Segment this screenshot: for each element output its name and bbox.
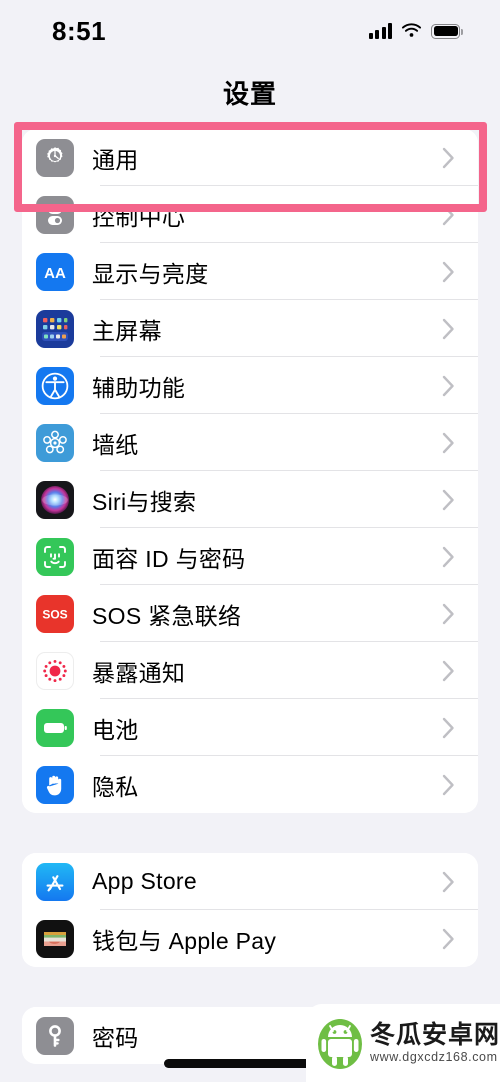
settings-row-face-id[interactable]: 面容 ID 与密码 xyxy=(22,528,478,585)
chevron-right-icon xyxy=(436,432,460,454)
settings-group-2: App Store 钱包与 Apple Pay xyxy=(22,853,478,967)
settings-row-accessibility[interactable]: 辅助功能 xyxy=(22,357,478,414)
watermark-url: www.dgxcdz168.com xyxy=(370,1050,498,1065)
accessibility-icon xyxy=(36,366,74,405)
svg-text:AA: AA xyxy=(44,265,66,282)
status-bar: 8:51 xyxy=(0,0,500,62)
face-id-icon xyxy=(36,537,74,576)
chevron-right-icon xyxy=(436,928,460,950)
chevron-right-icon xyxy=(436,871,460,893)
settings-row-label: 钱包与 Apple Pay xyxy=(92,927,277,954)
chevron-right-icon xyxy=(436,774,460,796)
settings-group-1: 通用 控制中心 AA 显示与亮度 主屏幕 辅助功能 墙纸 Siri与搜索 面容 … xyxy=(22,129,478,813)
settings-row-privacy[interactable]: 隐私 xyxy=(22,756,478,813)
settings-row-label: 显示与亮度 xyxy=(92,260,209,287)
chevron-right-icon xyxy=(436,147,460,169)
status-bar-clock: 8:51 xyxy=(52,15,107,46)
chevron-right-icon xyxy=(436,204,460,226)
settings-row-exposure-notifications[interactable]: 暴露通知 xyxy=(22,642,478,699)
passwords-key-icon xyxy=(36,1016,74,1055)
android-mascot-icon xyxy=(318,1019,362,1069)
settings-row-home-screen[interactable]: 主屏幕 xyxy=(22,300,478,357)
cellular-signal-icon xyxy=(368,23,392,39)
page-title: 设置 xyxy=(222,79,277,109)
chevron-right-icon xyxy=(436,261,460,283)
watermark-text: 冬瓜安卓网 www.dgxcdz168.com xyxy=(370,1022,500,1064)
settings-row-label: App Store xyxy=(92,868,197,894)
settings-screen: 8:51 设置 通用 控制中心 AA 显示与亮度 主屏幕 辅助功能 墙纸 Sir… xyxy=(0,0,500,1082)
chevron-right-icon xyxy=(436,318,460,340)
chevron-right-icon xyxy=(436,717,460,739)
settings-row-label: 辅助功能 xyxy=(92,374,186,401)
exposure-notification-icon xyxy=(36,651,74,690)
settings-row-label: 通用 xyxy=(92,146,139,173)
settings-row-display-brightness[interactable]: AA 显示与亮度 xyxy=(22,243,478,300)
svg-text:SOS: SOS xyxy=(42,607,67,621)
wifi-icon xyxy=(401,23,422,39)
settings-row-label: 主屏幕 xyxy=(92,317,162,344)
chevron-right-icon xyxy=(436,375,460,397)
wallpaper-icon xyxy=(36,423,74,462)
settings-row-label: 电池 xyxy=(92,716,139,743)
chevron-right-icon xyxy=(436,546,460,568)
settings-row-general[interactable]: 通用 xyxy=(22,129,478,186)
home-screen-icon xyxy=(36,309,74,348)
status-bar-icons xyxy=(368,23,463,39)
app-store-icon xyxy=(36,862,74,901)
privacy-hand-icon xyxy=(36,765,74,804)
emergency-sos-icon: SOS xyxy=(36,594,74,633)
chevron-right-icon xyxy=(436,603,460,625)
settings-row-app-store[interactable]: App Store xyxy=(22,853,478,910)
display-brightness-icon: AA xyxy=(36,252,74,291)
settings-row-label: 隐私 xyxy=(92,773,139,800)
battery-settings-icon xyxy=(36,708,74,747)
settings-row-battery[interactable]: 电池 xyxy=(22,699,478,756)
wallet-icon xyxy=(36,919,74,958)
control-center-icon xyxy=(36,195,74,234)
settings-row-emergency-sos[interactable]: SOS SOS 紧急联络 xyxy=(22,585,478,642)
gear-icon xyxy=(36,138,74,177)
settings-row-control-center[interactable]: 控制中心 xyxy=(22,186,478,243)
watermark-title: 冬瓜安卓网 xyxy=(370,1020,500,1049)
settings-row-siri[interactable]: Siri与搜索 xyxy=(22,471,478,528)
settings-row-label: 暴露通知 xyxy=(92,659,186,686)
settings-row-wallet[interactable]: 钱包与 Apple Pay xyxy=(22,910,478,967)
battery-full-icon xyxy=(431,23,463,39)
settings-row-label: 墙纸 xyxy=(92,431,139,458)
chevron-right-icon xyxy=(436,660,460,682)
chevron-right-icon xyxy=(436,489,460,511)
site-watermark: 冬瓜安卓网 www.dgxcdz168.com xyxy=(306,1004,500,1082)
settings-row-label: Siri与搜索 xyxy=(92,488,197,515)
settings-row-label: 控制中心 xyxy=(92,203,186,230)
settings-row-label: SOS 紧急联络 xyxy=(92,602,242,629)
settings-row-label: 面容 ID 与密码 xyxy=(92,545,246,572)
settings-row-wallpaper[interactable]: 墙纸 xyxy=(22,414,478,471)
siri-icon xyxy=(36,480,74,519)
